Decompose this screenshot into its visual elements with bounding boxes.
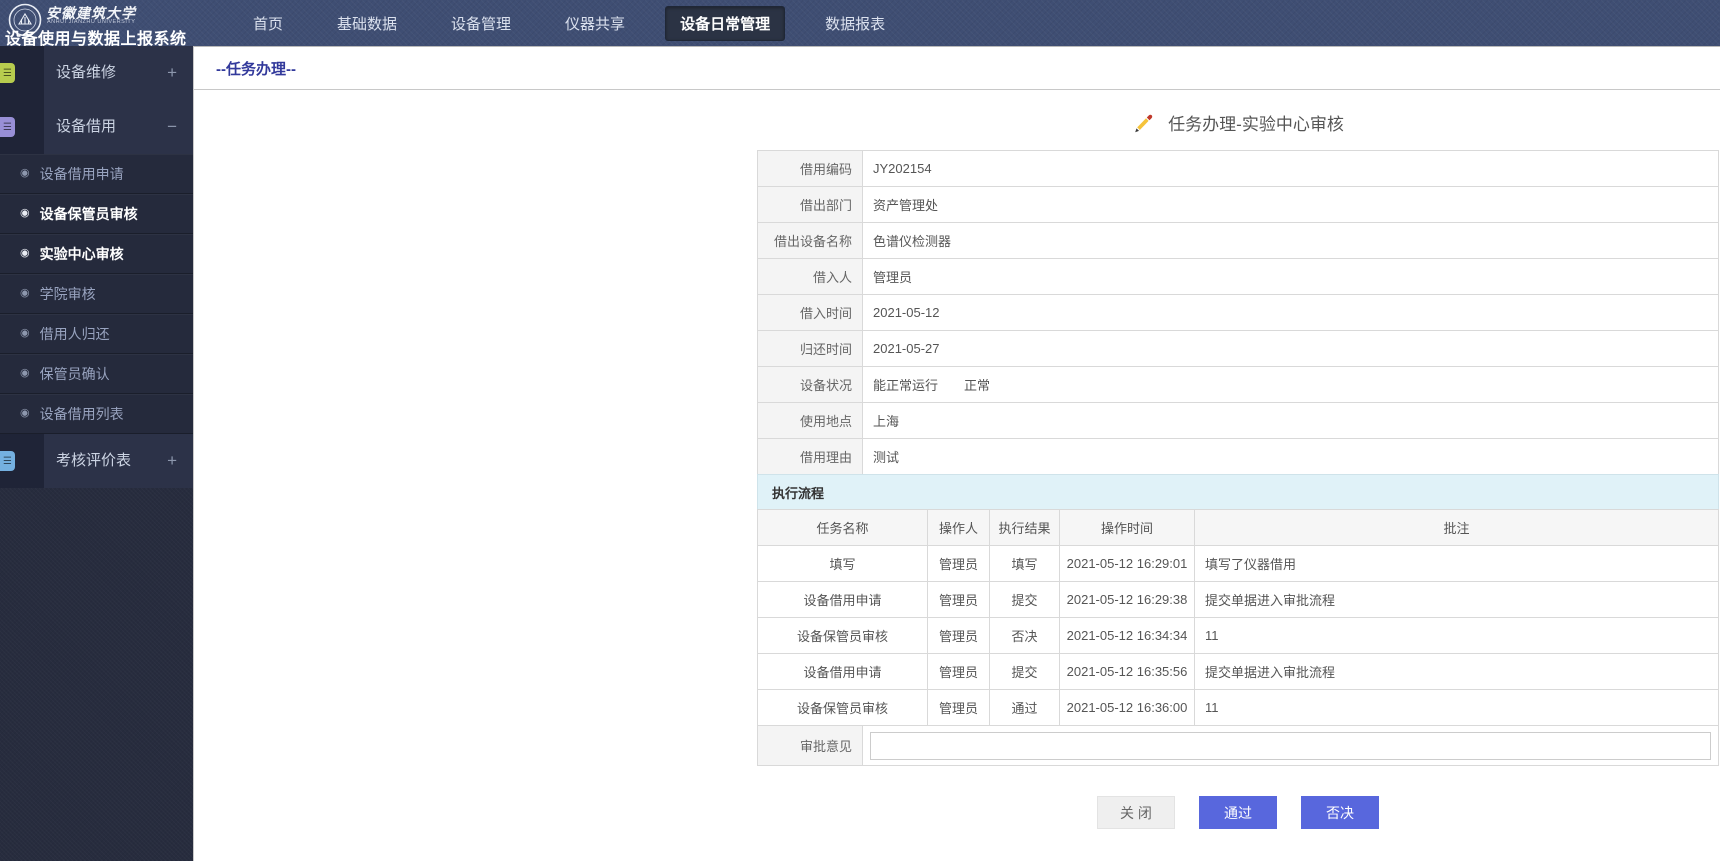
nav-item-daily-mgmt[interactable]: 设备日常管理 — [665, 6, 785, 41]
sidebar-group-label: 设备维修 — [56, 46, 116, 100]
sidebar-item-borrower-return[interactable]: ◉ 借用人归还 — [0, 314, 193, 354]
radio-bullet-icon: ◉ — [20, 248, 30, 259]
close-button[interactable]: 关 闭 — [1097, 796, 1175, 829]
main-content: --任务办理-- 任务办理-实验中心审核 借用编码JY202154 借出部门资产… — [193, 46, 1720, 861]
col-header-result: 执行结果 — [990, 510, 1060, 546]
nav-item-equipment-mgmt[interactable]: 设备管理 — [437, 7, 525, 40]
sidebar-item-lab-center-review[interactable]: ◉ 实验中心审核 — [0, 234, 193, 274]
form-title: 任务办理-实验中心审核 — [1168, 110, 1344, 135]
nav-item-data-reports[interactable]: 数据报表 — [811, 7, 899, 40]
table-row: 设备借用申请 管理员 提交 2021-05-12 16:29:38 提交单据进入… — [758, 582, 1719, 618]
sidebar-item-custodian-review[interactable]: ◉ 设备保管员审核 — [0, 194, 193, 234]
table-row: 填写 管理员 填写 2021-05-12 16:29:01 填写了仪器借用 — [758, 546, 1719, 582]
sidebar: ☰ 设备维修 + ☰ 设备借用 − ◉ 设备借用申请 ◉ 设备保管员审核 ◉ 实… — [0, 46, 193, 861]
radio-bullet-icon: ◉ — [20, 288, 30, 299]
menu-icon: ☰ — [0, 451, 15, 471]
sidebar-group-assessment[interactable]: ☰ 考核评价表 + — [0, 434, 193, 488]
radio-bullet-icon: ◉ — [20, 408, 30, 419]
field-value-borrow-date: 2021-05-12 — [863, 295, 1719, 331]
nav-item-instrument-sharing[interactable]: 仪器共享 — [551, 7, 639, 40]
sidebar-item-borrow-apply[interactable]: ◉ 设备借用申请 — [0, 154, 193, 194]
field-value-equipment-name: 色谱仪检测器 — [863, 223, 1719, 259]
form-title-row: 任务办理-实验中心审核 — [757, 110, 1719, 135]
menu-icon: ☰ — [0, 117, 15, 137]
col-header-time: 操作时间 — [1060, 510, 1195, 546]
field-value-usage-location: 上海 — [863, 403, 1719, 439]
menu-icon: ☰ — [0, 63, 15, 83]
plus-icon[interactable]: + — [167, 434, 177, 488]
table-row: 借入人管理员 — [758, 259, 1719, 295]
col-header-task: 任务名称 — [758, 510, 928, 546]
task-form: 任务办理-实验中心审核 借用编码JY202154 借出部门资产管理处 借出设备名… — [757, 110, 1719, 829]
radio-bullet-icon: ◉ — [20, 168, 30, 179]
app-window: 安徽建筑大学 ANHUI JIANZHU UNIVERSITY 设备使用与数据上… — [0, 0, 1720, 861]
brand-logo: 安徽建筑大学 ANHUI JIANZHU UNIVERSITY 设备使用与数据上… — [0, 0, 193, 46]
table-row: 归还时间2021-05-27 — [758, 331, 1719, 367]
table-row: 使用地点上海 — [758, 403, 1719, 439]
table-row: 设备保管员审核 管理员 否决 2021-05-12 16:34:34 11 — [758, 618, 1719, 654]
sidebar-item-borrow-list[interactable]: ◉ 设备借用列表 — [0, 394, 193, 434]
reject-button[interactable]: 否决 — [1301, 796, 1379, 829]
col-header-operator: 操作人 — [928, 510, 990, 546]
table-row: 设备保管员审核 管理员 通过 2021-05-12 16:36:00 11 — [758, 690, 1719, 726]
approval-opinion-label: 审批意见 — [758, 726, 863, 766]
top-navbar: 安徽建筑大学 ANHUI JIANZHU UNIVERSITY 设备使用与数据上… — [0, 0, 1720, 46]
table-row: 借用理由测试 — [758, 439, 1719, 475]
nav-item-home[interactable]: 首页 — [239, 7, 297, 40]
process-table: 任务名称 操作人 执行结果 操作时间 批注 填写 管理员 填写 2021-05-… — [757, 509, 1719, 726]
field-value-return-date: 2021-05-27 — [863, 331, 1719, 367]
sidebar-item-custodian-confirm[interactable]: ◉ 保管员确认 — [0, 354, 193, 394]
field-value-borrow-code: JY202154 — [863, 151, 1719, 187]
table-row: 设备借用申请 管理员 提交 2021-05-12 16:35:56 提交单据进入… — [758, 654, 1719, 690]
action-buttons: 关 闭 通过 否决 — [757, 796, 1719, 829]
sidebar-group-equipment-repair[interactable]: ☰ 设备维修 + — [0, 46, 193, 100]
approve-button[interactable]: 通过 — [1199, 796, 1277, 829]
table-row: 借出部门资产管理处 — [758, 187, 1719, 223]
table-row: 借入时间2021-05-12 — [758, 295, 1719, 331]
breadcrumb-bar: --任务办理-- — [194, 47, 1720, 90]
approval-opinion-row: 审批意见 — [757, 725, 1719, 766]
pencil-icon — [1132, 111, 1156, 135]
table-row: 借出设备名称色谱仪检测器 — [758, 223, 1719, 259]
field-value-equipment-status: 能正常运行 正常 — [863, 367, 1719, 403]
sidebar-group-equipment-borrow[interactable]: ☰ 设备借用 − — [0, 100, 193, 154]
radio-bullet-icon: ◉ — [20, 368, 30, 379]
borrow-info-table: 借用编码JY202154 借出部门资产管理处 借出设备名称色谱仪检测器 借入人管… — [757, 150, 1719, 475]
breadcrumb: --任务办理-- — [216, 58, 296, 79]
sidebar-item-college-review[interactable]: ◉ 学院审核 — [0, 274, 193, 314]
nav-item-basic-data[interactable]: 基础数据 — [323, 7, 411, 40]
plus-icon[interactable]: + — [167, 46, 177, 100]
field-value-borrower: 管理员 — [863, 259, 1719, 295]
sidebar-group-label: 设备借用 — [56, 100, 116, 154]
radio-bullet-icon: ◉ — [20, 328, 30, 339]
approval-opinion-input[interactable] — [870, 732, 1711, 760]
field-value-lending-dept: 资产管理处 — [863, 187, 1719, 223]
process-section-header: 执行流程 — [757, 474, 1719, 510]
radio-bullet-icon: ◉ — [20, 208, 30, 219]
field-value-borrow-reason: 测试 — [863, 439, 1719, 475]
sidebar-group-label: 考核评价表 — [56, 434, 131, 488]
minus-icon[interactable]: − — [167, 100, 177, 154]
table-row: 借用编码JY202154 — [758, 151, 1719, 187]
table-row: 设备状况能正常运行 正常 — [758, 367, 1719, 403]
sidebar-submenu-borrow: ◉ 设备借用申请 ◉ 设备保管员审核 ◉ 实验中心审核 ◉ 学院审核 ◉ 借用人… — [0, 154, 193, 434]
process-table-header-row: 任务名称 操作人 执行结果 操作时间 批注 — [758, 510, 1719, 546]
col-header-note: 批注 — [1195, 510, 1719, 546]
main-nav: 首页 基础数据 设备管理 仪器共享 设备日常管理 数据报表 — [239, 6, 899, 41]
